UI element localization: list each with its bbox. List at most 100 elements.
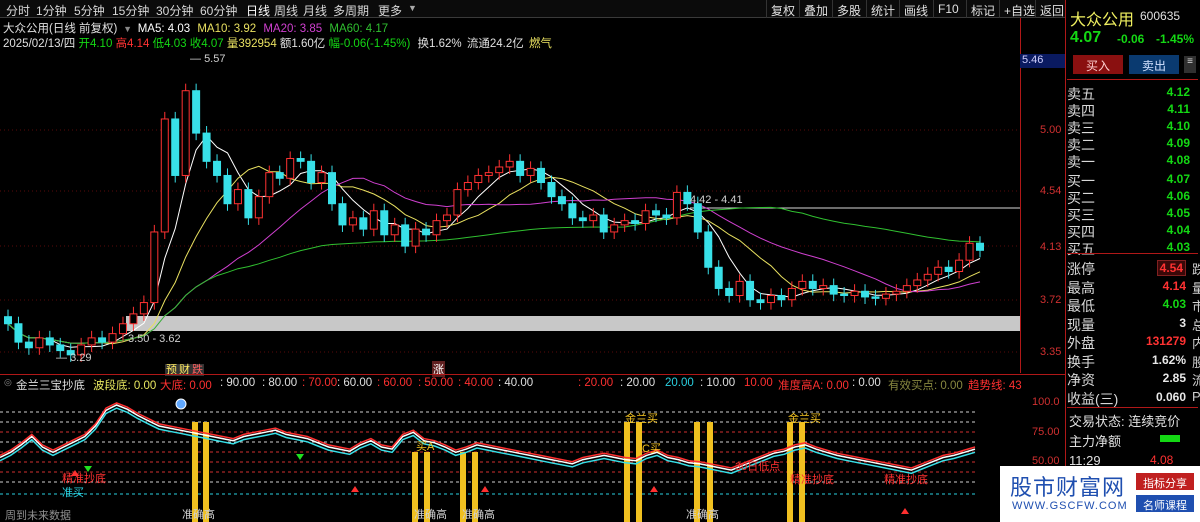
candle-body (505, 160, 514, 168)
candle-body (861, 290, 870, 298)
candle-body (422, 228, 431, 236)
stat-label-clipped: 量 (1192, 280, 1200, 296)
period-tab-1min[interactable]: 1分钟 (36, 2, 67, 19)
level-price: 4.03 (1166, 240, 1190, 254)
overlay-button[interactable]: 叠加 (799, 0, 832, 18)
divider (1067, 253, 1198, 254)
stat-label-clipped: 流 (1192, 373, 1200, 388)
adjust-button[interactable]: 复权 (766, 0, 799, 18)
candle-body (526, 167, 535, 176)
period-tab-weekly[interactable]: 周线 (274, 2, 298, 19)
candle-body (693, 203, 702, 233)
signal-label: C买 (642, 443, 661, 455)
low-mark-value: 3.29 (70, 352, 92, 364)
stat-row: 换手 1.62% 股 (1067, 351, 1200, 370)
candle-body (557, 196, 566, 205)
stat-value: 4.03 (1162, 297, 1186, 311)
stock-name: 大众公用 (1070, 12, 1135, 29)
signal-label: 精准抄底 (884, 474, 928, 486)
candle-body (955, 259, 964, 272)
period-tab-15min[interactable]: 15分钟 (112, 2, 149, 19)
bid-row[interactable]: 买一 4.07 (1067, 170, 1198, 189)
candle-body (610, 224, 619, 233)
add-favorite-button[interactable]: +自选 (999, 0, 1039, 18)
stat-value: 4.14 (1162, 278, 1186, 293)
candle-body (714, 266, 723, 289)
back-button[interactable]: 返回 (1035, 0, 1068, 18)
candle-body (798, 280, 807, 289)
low-annotation: — 3.29 (56, 352, 92, 364)
level-label: 买五 (1067, 241, 1095, 257)
period-tab-5min[interactable]: 5分钟 (74, 2, 105, 19)
buy-button[interactable]: 买入 (1073, 55, 1123, 74)
ask-row[interactable]: 卖一 4.08 (1067, 151, 1198, 170)
level-label: 卖一 (1067, 154, 1095, 170)
candle-body (746, 280, 755, 301)
indicator-field: : 0.00 (852, 377, 881, 389)
indicator-settings-icon[interactable]: ◎ (4, 377, 12, 388)
stat-row: 涨停 4.54 跌 (1067, 258, 1200, 277)
candle-body (14, 323, 23, 343)
period-tab-30min[interactable]: 30分钟 (156, 2, 193, 19)
divider (1067, 407, 1198, 408)
period-tab-monthly[interactable]: 月线 (303, 2, 327, 19)
more-trade-icon[interactable]: ≡ (1184, 56, 1196, 73)
multi-stock-button[interactable]: 多股 (832, 0, 865, 18)
stat-row: 现量 3 总 (1067, 314, 1200, 333)
chart-title: 大众公用(日线 前复权) (3, 23, 118, 35)
ask-row[interactable]: 卖三 4.10 (1067, 117, 1198, 136)
indicator-field: 20.00 (665, 377, 694, 389)
candle-body (725, 287, 734, 297)
mark-button[interactable]: 标记 (966, 0, 999, 18)
bid-row[interactable]: 买三 4.05 (1067, 204, 1198, 223)
sell-button[interactable]: 卖出 (1129, 55, 1179, 74)
period-tab-60min[interactable]: 60分钟 (200, 2, 237, 19)
period-tab-more[interactable]: 更多 (378, 2, 402, 19)
candle-body (777, 295, 786, 301)
ma-settings-icon[interactable]: ▼ (121, 24, 135, 34)
ask-row[interactable]: 卖五 4.12 (1067, 83, 1198, 102)
tick-price: 4.08 (1150, 453, 1174, 467)
bar-date: 2025/02/13/四 (3, 38, 76, 50)
candle-body (516, 160, 525, 176)
ask-row[interactable]: 卖二 4.09 (1067, 134, 1198, 153)
bar-turnover: 换1.62% (417, 38, 462, 50)
draw-line-button[interactable]: 画线 (899, 0, 932, 18)
candle-body (328, 172, 336, 205)
indicator-field: : 50.00 (418, 377, 454, 389)
candle-body (965, 242, 974, 261)
candle-body (808, 280, 817, 289)
statistics-button[interactable]: 统计 (866, 0, 899, 18)
candle-body (871, 296, 880, 299)
range-mid-label: 4.42 - 4.41 (690, 194, 743, 206)
bottom-signal-icon (175, 398, 187, 410)
stat-row: 收益(三) 0.060 PE (1067, 388, 1200, 407)
bar-open: 开4.10 (78, 38, 113, 50)
candle-body (192, 90, 201, 134)
watermark-tag: 名师课程 (1136, 495, 1194, 512)
oscillator-line (0, 402, 976, 469)
candle-body (892, 290, 901, 295)
indicator-field: : 20.00 (620, 377, 656, 389)
candle-body (631, 220, 640, 224)
bid-row[interactable]: 买四 4.04 (1067, 221, 1198, 240)
stat-value: 4.54 (1156, 260, 1186, 276)
ma-info-bar: 大众公用(日线 前复权) ▼ MA5: 4.03 MA10: 3.92 MA20… (3, 20, 388, 36)
period-tab-multi[interactable]: 多周期 (333, 2, 369, 19)
candle-body (641, 210, 650, 224)
candle-body (735, 280, 744, 297)
stat-row: 最低 4.03 市 (1067, 295, 1200, 314)
period-tab-daily[interactable]: 日线 (246, 2, 270, 19)
price-tick: 3.72 (1040, 294, 1062, 306)
candle-body (275, 172, 284, 179)
f10-button[interactable]: F10 (933, 0, 963, 18)
bid-row[interactable]: 买二 4.06 (1067, 187, 1198, 206)
indicator-chart[interactable] (0, 390, 1020, 522)
ask-row[interactable]: 卖四 4.11 (1067, 100, 1198, 119)
period-tab-timeshare[interactable]: 分时 (6, 2, 30, 19)
candlestick-chart[interactable] (0, 54, 1020, 372)
signal-label: 准确高 (414, 509, 447, 521)
high-annotation: — 5.57 (190, 53, 226, 65)
candle-body (766, 295, 775, 304)
more-chevron-icon[interactable]: ▼ (408, 3, 417, 13)
